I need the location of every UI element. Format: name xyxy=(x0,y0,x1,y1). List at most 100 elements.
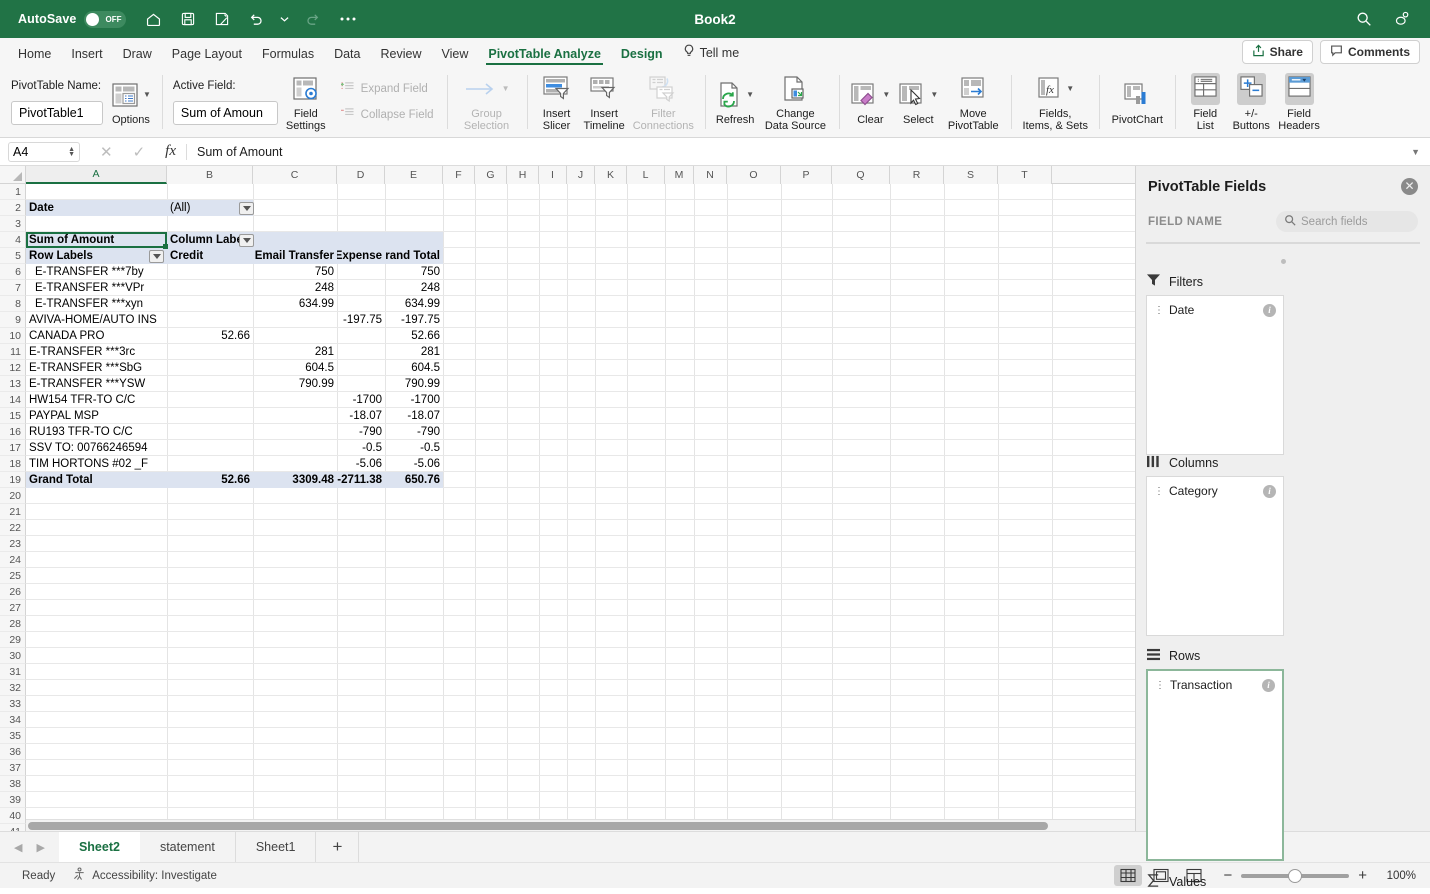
cell[interactable]: HW154 TFR-TO C/C xyxy=(26,392,167,408)
autosave-switch[interactable]: OFF xyxy=(84,10,127,28)
cell[interactable]: Grand Total xyxy=(26,472,167,488)
tab-pivottable-analyze[interactable]: PivotTable Analyze xyxy=(478,47,611,67)
cell[interactable]: E-TRANSFER ***VPr xyxy=(26,280,167,296)
column-header-L[interactable]: L xyxy=(627,166,665,184)
filter-dropdown-button[interactable] xyxy=(239,202,254,215)
info-icon[interactable]: i xyxy=(1263,303,1276,317)
cell[interactable]: Credit xyxy=(167,248,253,264)
cell[interactable]: Grand Total xyxy=(385,248,443,264)
share-button[interactable]: Share xyxy=(1241,40,1313,64)
cell[interactable]: TIM HORTONS #02 _F xyxy=(26,456,167,472)
column-header-T[interactable]: T xyxy=(998,166,1052,184)
more-options-icon[interactable] xyxy=(338,10,357,29)
drag-handle-icon[interactable]: ⋮ xyxy=(1154,305,1164,316)
tab-design[interactable]: Design xyxy=(611,47,673,67)
row-header-15[interactable]: 15 xyxy=(0,408,26,424)
name-box[interactable]: A4 ▲ ▼ xyxy=(8,141,80,162)
cell[interactable]: 248 xyxy=(385,280,443,296)
active-field-input[interactable]: Sum of Amoun xyxy=(172,100,278,125)
tab-home[interactable]: Home xyxy=(8,47,61,67)
filter-dropdown-button[interactable] xyxy=(149,250,164,263)
column-header-N[interactable]: N xyxy=(694,166,727,184)
tab-insert[interactable]: Insert xyxy=(61,47,112,67)
column-header-R[interactable]: R xyxy=(890,166,944,184)
row-header-31[interactable]: 31 xyxy=(0,664,26,680)
column-header-M[interactable]: M xyxy=(665,166,694,184)
row-header-26[interactable]: 26 xyxy=(0,584,26,600)
cell[interactable]: PAYPAL MSP xyxy=(26,408,167,424)
cancel-icon[interactable]: ✕ xyxy=(100,143,113,161)
cell[interactable]: -0.5 xyxy=(385,440,443,456)
autosave-toggle[interactable]: AutoSave OFF xyxy=(18,10,127,28)
cell[interactable]: -18.07 xyxy=(337,408,385,424)
field-chip[interactable]: ⋮ Category i xyxy=(1147,482,1283,500)
tell-me-button[interactable]: Tell me xyxy=(673,44,739,67)
field-settings-button[interactable]: Field Settings xyxy=(282,71,330,134)
cell[interactable]: -197.75 xyxy=(385,312,443,328)
fields-items-sets-button[interactable]: fx ▼ Fields, Items, & Sets xyxy=(1018,71,1092,134)
row-header-3[interactable]: 3 xyxy=(0,216,26,232)
cell[interactable]: 281 xyxy=(385,344,443,360)
cell-area[interactable]: Date (All) Sum of Amount Column Labels Row L… xyxy=(26,184,1135,831)
cell[interactable]: 750 xyxy=(385,264,443,280)
search-icon[interactable] xyxy=(1354,10,1373,29)
row-header-34[interactable]: 34 xyxy=(0,712,26,728)
cell[interactable]: 604.5 xyxy=(253,360,337,376)
cell[interactable]: -0.5 xyxy=(337,440,385,456)
tab-formulas[interactable]: Formulas xyxy=(252,47,324,67)
field-list-item-date[interactable]: ✓Date xyxy=(1147,243,1419,244)
cell[interactable]: -1700 xyxy=(385,392,443,408)
sheet-tab-statement[interactable]: statement xyxy=(140,832,236,862)
field-list-button[interactable]: Field List xyxy=(1182,71,1228,134)
column-header-O[interactable]: O xyxy=(727,166,781,184)
row-header-11[interactable]: 11 xyxy=(0,344,26,360)
row-header-37[interactable]: 37 xyxy=(0,760,26,776)
clear-button[interactable]: ▼ Clear xyxy=(846,77,894,128)
cell[interactable]: 281 xyxy=(253,344,337,360)
field-headers-button[interactable]: Field Headers xyxy=(1274,71,1324,134)
field-list[interactable]: ✓Date✓Transaction✓Amount✓CategoryMonths xyxy=(1146,242,1420,244)
column-header-J[interactable]: J xyxy=(567,166,595,184)
cell[interactable]: E-TRANSFER ***xyn xyxy=(26,296,167,312)
accessibility-button[interactable]: Accessibility: Investigate xyxy=(73,867,217,884)
row-header-38[interactable]: 38 xyxy=(0,776,26,792)
tab-review[interactable]: Review xyxy=(370,47,431,67)
triangle-right-icon[interactable]: ▶ xyxy=(36,841,44,854)
row-header-16[interactable]: 16 xyxy=(0,424,26,440)
row-header-40[interactable]: 40 xyxy=(0,808,26,824)
comments-button[interactable]: Comments xyxy=(1319,40,1420,64)
select-all-corner[interactable] xyxy=(0,166,26,183)
info-icon[interactable]: i xyxy=(1262,678,1275,692)
drag-handle-icon[interactable]: ⋮ xyxy=(1155,680,1165,691)
search-input[interactable] xyxy=(1301,215,1410,228)
area-dropzone[interactable]: ⋮ Date i xyxy=(1146,295,1284,455)
column-header-S[interactable]: S xyxy=(944,166,998,184)
cell[interactable]: Email Transfer xyxy=(253,248,337,264)
home-icon[interactable] xyxy=(144,10,163,29)
tab-page-layout[interactable]: Page Layout xyxy=(162,47,252,67)
row-header-4[interactable]: 4 xyxy=(0,232,26,248)
cell[interactable]: 790.99 xyxy=(253,376,337,392)
row-header-41[interactable]: 41 xyxy=(0,824,26,831)
fx-icon[interactable]: fx xyxy=(165,143,176,160)
cell[interactable]: CANADA PRO xyxy=(26,328,167,344)
row-header-10[interactable]: 10 xyxy=(0,328,26,344)
zoom-slider-knob[interactable] xyxy=(1288,868,1303,883)
cell[interactable]: E-TRANSFER ***YSW xyxy=(26,376,167,392)
cell[interactable]: Date xyxy=(26,200,167,216)
cell[interactable]: SSV TO: 00766246594 xyxy=(26,440,167,456)
cell[interactable]: 750 xyxy=(253,264,337,280)
column-header-A[interactable]: A xyxy=(26,166,167,184)
move-pivottable-button[interactable]: Move PivotTable xyxy=(942,71,1004,134)
filter-dropdown-button[interactable] xyxy=(239,234,254,247)
save-icon[interactable] xyxy=(178,10,197,29)
pane-resize-handle[interactable] xyxy=(1136,251,1430,269)
horizontal-scrollbar[interactable] xyxy=(26,819,1135,831)
select-button[interactable]: ▼ Select xyxy=(894,77,942,128)
row-header-24[interactable]: 24 xyxy=(0,552,26,568)
row-header-36[interactable]: 36 xyxy=(0,744,26,760)
row-header-35[interactable]: 35 xyxy=(0,728,26,744)
cell[interactable]: -5.06 xyxy=(385,456,443,472)
triangle-left-icon[interactable]: ◀ xyxy=(14,841,22,854)
row-header-21[interactable]: 21 xyxy=(0,504,26,520)
